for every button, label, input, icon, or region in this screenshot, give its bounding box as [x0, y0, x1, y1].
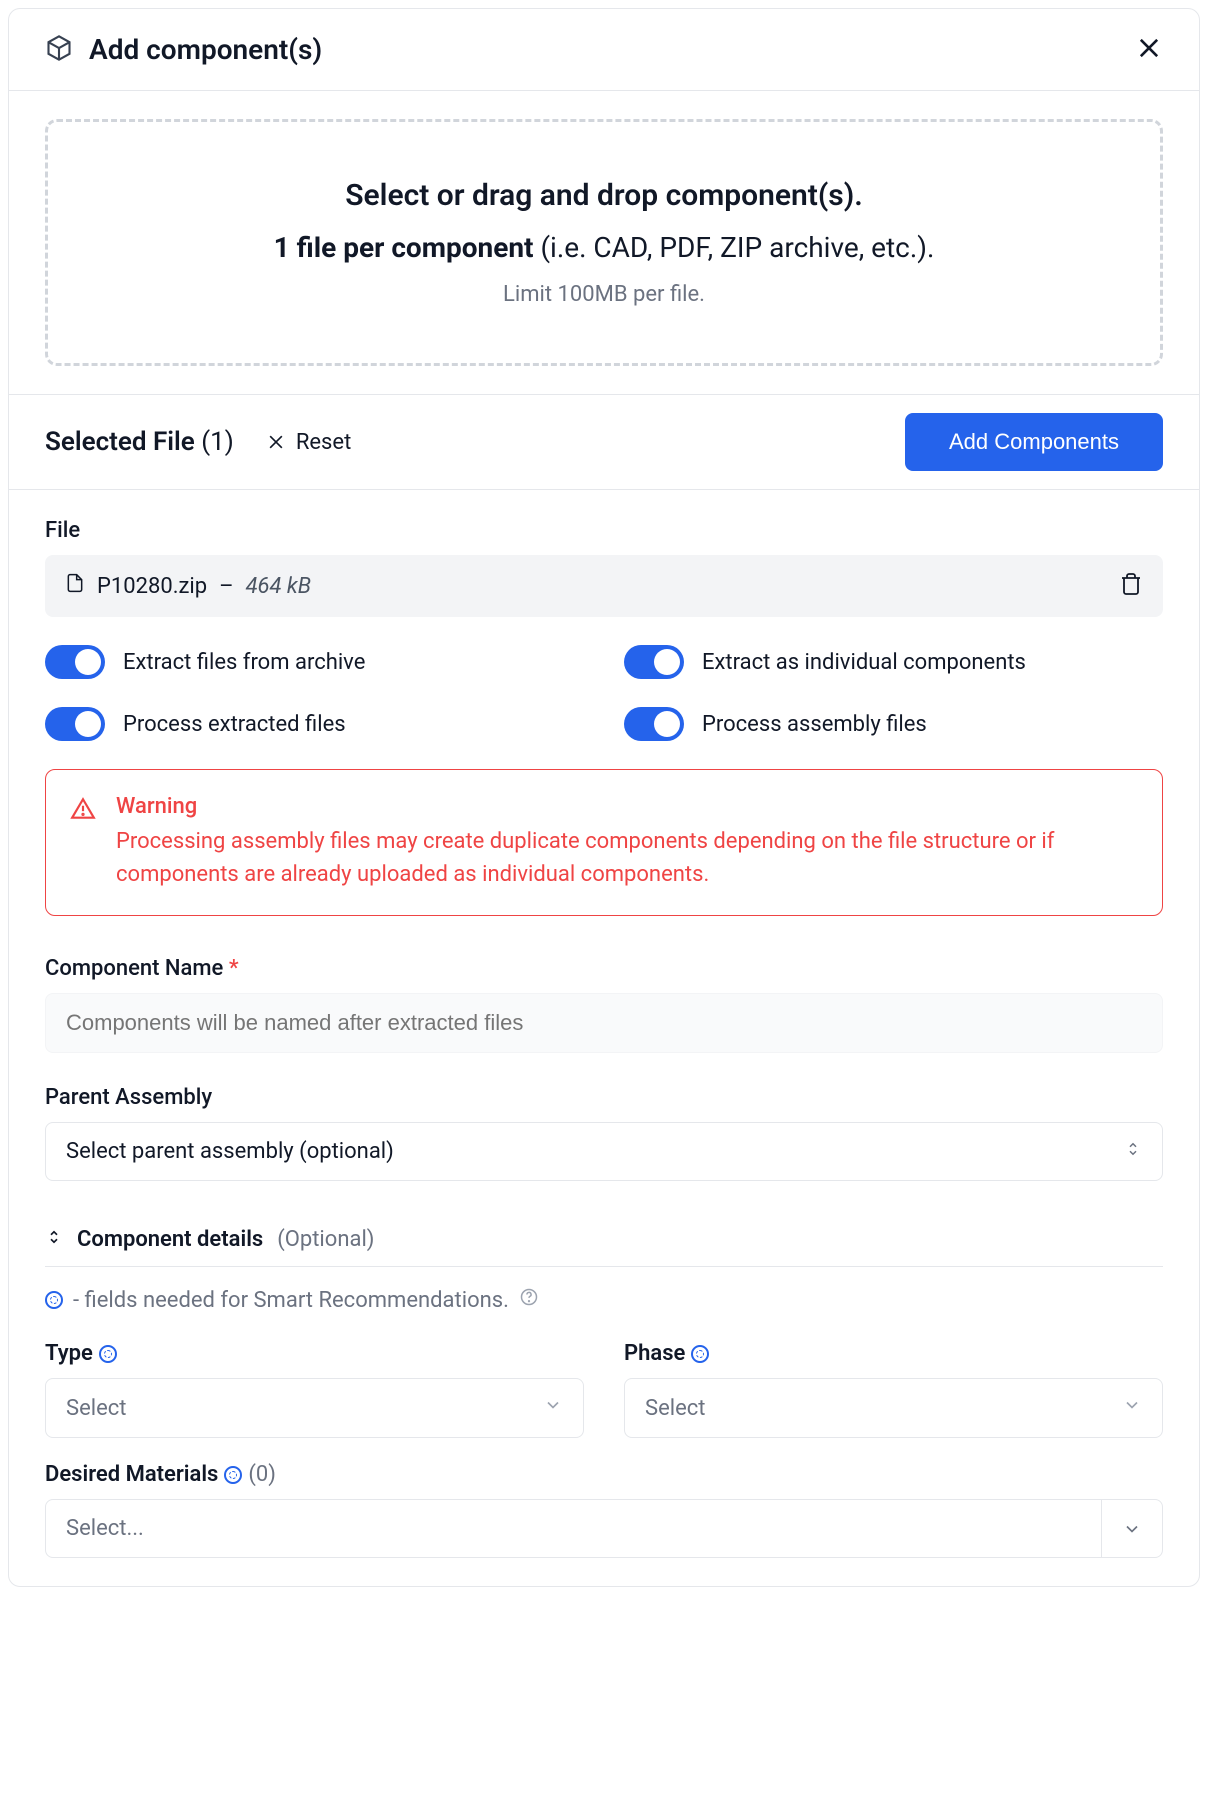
chevron-down-icon	[543, 1395, 563, 1421]
component-name-input[interactable]	[45, 993, 1163, 1053]
close-icon[interactable]	[1135, 34, 1163, 66]
warning-title: Warning	[116, 794, 1138, 819]
parent-assembly-select[interactable]: Select parent assembly (optional)	[45, 1122, 1163, 1181]
toggle-extract-individual-label: Extract as individual components	[702, 650, 1026, 675]
toggle-extract-archive[interactable]	[45, 645, 105, 679]
phase-select[interactable]: Select	[624, 1378, 1163, 1438]
help-icon[interactable]	[519, 1287, 539, 1313]
file-icon	[65, 571, 85, 601]
file-name: P10280.zip	[97, 574, 207, 599]
toggle-process-assembly[interactable]	[624, 707, 684, 741]
materials-label: Desired Materials (0)	[45, 1462, 1163, 1487]
warning-banner: Warning Processing assembly files may cr…	[45, 769, 1163, 916]
selected-file-title: Selected File (1)	[45, 427, 234, 457]
dropzone-limit: Limit 100MB per file.	[72, 282, 1136, 307]
chevron-down-icon	[1122, 1395, 1142, 1421]
cube-icon	[45, 34, 73, 66]
chevron-up-down-icon	[45, 1227, 63, 1252]
reset-button[interactable]: Reset	[266, 430, 351, 455]
type-select[interactable]: Select	[45, 1378, 584, 1438]
smart-badge-icon	[224, 1466, 242, 1484]
file-label: File	[45, 518, 1163, 543]
type-label: Type	[45, 1341, 584, 1366]
warning-icon	[70, 794, 96, 891]
modal-header: Add component(s)	[9, 9, 1199, 91]
toggle-process-extracted-label: Process extracted files	[123, 712, 346, 737]
component-name-label: Component Name *	[45, 956, 1163, 981]
toggle-extract-individual[interactable]	[624, 645, 684, 679]
add-components-button[interactable]: Add Components	[905, 413, 1163, 471]
file-dropzone[interactable]: Select or drag and drop component(s). 1 …	[45, 119, 1163, 366]
component-details-toggle[interactable]: Component details (Optional)	[45, 1213, 1163, 1267]
smart-badge-icon	[99, 1345, 117, 1363]
smart-badge-icon	[691, 1345, 709, 1363]
chevron-down-icon[interactable]	[1101, 1500, 1162, 1557]
toggle-process-assembly-label: Process assembly files	[702, 712, 927, 737]
warning-text: Processing assembly files may create dup…	[116, 825, 1138, 891]
toggle-process-extracted[interactable]	[45, 707, 105, 741]
dropzone-heading: Select or drag and drop component(s).	[72, 178, 1136, 213]
parent-assembly-label: Parent Assembly	[45, 1085, 1163, 1110]
chevron-up-down-icon	[1124, 1139, 1142, 1164]
dropzone-subheading: 1 file per component (i.e. CAD, PDF, ZIP…	[72, 231, 1136, 264]
modal-title: Add component(s)	[89, 33, 322, 66]
selected-file-bar: Selected File (1) Reset Add Components	[9, 394, 1199, 490]
file-chip: P10280.zip – 464 kB	[45, 555, 1163, 617]
smart-recommendations-note: - fields needed for Smart Recommendation…	[45, 1287, 1163, 1313]
file-size: 464 kB	[246, 574, 311, 599]
delete-file-button[interactable]	[1119, 572, 1143, 600]
phase-label: Phase	[624, 1341, 1163, 1366]
toggle-extract-archive-label: Extract files from archive	[123, 650, 365, 675]
materials-select[interactable]: Select...	[45, 1499, 1163, 1558]
smart-badge-icon	[45, 1291, 63, 1309]
